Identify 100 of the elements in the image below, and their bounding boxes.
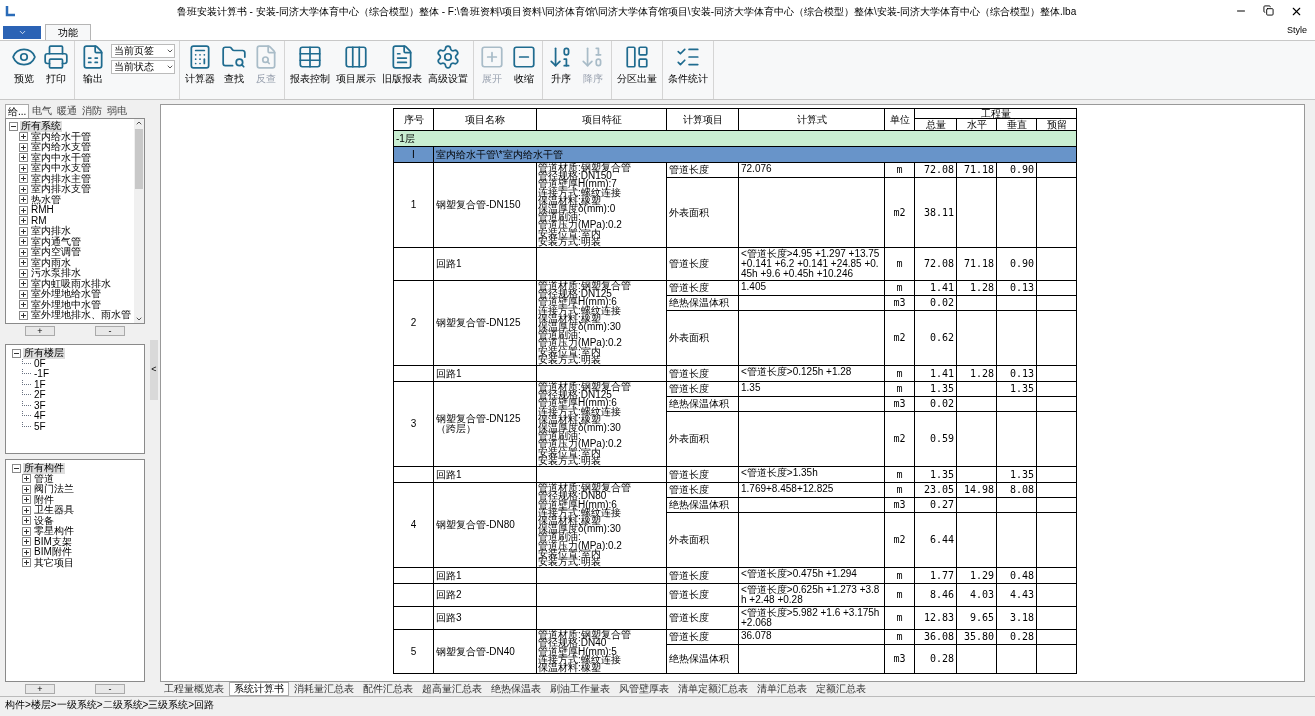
toolbar-button[interactable]: 高级设置 <box>427 44 469 84</box>
report-tab[interactable]: 清单定额汇总表 <box>674 683 752 695</box>
tree-item[interactable]: 所有构件 <box>23 463 65 474</box>
tree-item[interactable]: 室内通气管 <box>30 236 82 247</box>
toolbar-button[interactable]: 打印 <box>42 44 70 84</box>
restore-icon[interactable] <box>1263 4 1274 16</box>
toolbar-button[interactable]: 计算器 <box>184 44 216 84</box>
remove-button[interactable]: - <box>95 326 125 336</box>
remove-button[interactable]: - <box>95 684 125 694</box>
toolbar-button[interactable]: 收缩 <box>510 44 538 84</box>
tree-item[interactable]: 室内雨水 <box>30 257 72 268</box>
report-tab[interactable]: 配件汇总表 <box>359 683 417 695</box>
tree-item[interactable]: 室内中水支管 <box>30 163 92 174</box>
expand-icon[interactable] <box>19 258 28 268</box>
expand-icon[interactable] <box>19 237 28 247</box>
expand-icon[interactable] <box>19 142 28 152</box>
tree-item[interactable]: -1F <box>33 369 50 380</box>
sidebar-tab[interactable]: 暖通 <box>55 104 80 118</box>
tree-item[interactable]: 其它项目 <box>33 557 75 568</box>
tree-item[interactable]: 室外埋地给水管 <box>30 289 102 300</box>
expand-icon[interactable] <box>19 226 28 236</box>
tree-item[interactable]: RMH <box>30 205 55 216</box>
collapse-icon[interactable] <box>12 463 21 473</box>
dropdown-field[interactable]: 当前状态 <box>111 60 175 74</box>
scroll-down-icon[interactable] <box>135 315 143 323</box>
toolbar-button[interactable]: 报表控制 <box>289 44 331 84</box>
toolbar-button[interactable]: 预览 <box>10 44 38 84</box>
toolbar-button[interactable]: 项目展示 <box>335 44 377 84</box>
tree-item[interactable]: BIM附件 <box>33 547 73 558</box>
add-button[interactable]: + <box>25 326 55 336</box>
tree-item[interactable]: 管道 <box>33 473 55 484</box>
toolbar-button[interactable]: 旧版报表 <box>381 44 423 84</box>
report-tab[interactable]: 消耗量汇总表 <box>290 683 358 695</box>
ribbon-tab[interactable]: 功能 <box>45 24 91 40</box>
tree-item[interactable]: 室内排水主管 <box>30 173 92 184</box>
expand-icon[interactable] <box>19 310 28 320</box>
report-tab[interactable]: 风管壁厚表 <box>615 683 673 695</box>
dropdown-field[interactable]: 当前页签 <box>111 44 175 58</box>
style-menu[interactable]: Style <box>1287 23 1307 37</box>
report-tab[interactable]: 刷油工作量表 <box>546 683 614 695</box>
sidebar-tab[interactable]: 消防 <box>80 104 105 118</box>
collapse-icon[interactable] <box>9 121 18 131</box>
expand-icon[interactable] <box>19 268 28 278</box>
report-tab[interactable]: 绝热保温表 <box>487 683 545 695</box>
report-tab[interactable]: 清单汇总表 <box>753 683 811 695</box>
tree-item[interactable]: 室内给水支管 <box>30 142 92 153</box>
tree-item[interactable]: 室内排水支管 <box>30 184 92 195</box>
expand-icon[interactable] <box>19 289 28 299</box>
toolbar-button[interactable]: 条件统计 <box>667 44 709 84</box>
tree-item[interactable]: RM <box>30 215 48 226</box>
expand-icon[interactable] <box>19 163 28 173</box>
expand-icon[interactable] <box>19 195 28 205</box>
tree-item[interactable]: 5F <box>33 421 47 432</box>
toolbar-button[interactable]: 升序 <box>547 44 575 84</box>
tree-item[interactable]: 2F <box>33 390 47 401</box>
sidebar-tab[interactable]: 电气 <box>30 104 55 118</box>
expand-icon[interactable] <box>22 484 31 494</box>
splitter-toggle[interactable]: < <box>150 340 158 400</box>
expand-icon[interactable] <box>19 216 28 226</box>
scroll-up-icon[interactable] <box>135 119 143 127</box>
report-tab[interactable]: 定额汇总表 <box>812 683 870 695</box>
expand-icon[interactable] <box>19 279 28 289</box>
tree-item[interactable]: 室内虹吸雨水排水 <box>30 278 112 289</box>
expand-icon[interactable] <box>22 505 31 515</box>
expand-icon[interactable] <box>22 547 31 557</box>
sidebar-tab[interactable]: 弱电 <box>105 104 130 118</box>
tree-item[interactable]: 0F <box>33 358 47 369</box>
tree-item[interactable]: 1F <box>33 379 47 390</box>
tree-item[interactable]: 热水管 <box>30 194 62 205</box>
expand-icon[interactable] <box>22 495 31 505</box>
collapse-icon[interactable] <box>12 348 21 358</box>
expand-icon[interactable] <box>19 247 28 257</box>
toolbar-button[interactable]: 查找 <box>220 44 248 84</box>
tree-item[interactable]: 所有楼层 <box>23 348 65 359</box>
expand-icon[interactable] <box>19 300 28 310</box>
expand-icon[interactable] <box>22 516 31 526</box>
expand-icon[interactable] <box>19 153 28 163</box>
expand-icon[interactable] <box>22 537 31 547</box>
expand-icon[interactable] <box>22 526 31 536</box>
tree-item[interactable]: 室内给水干管 <box>30 131 92 142</box>
report-tab[interactable]: 超高量汇总表 <box>418 683 486 695</box>
tree-item[interactable]: 室外埋地中水管 <box>30 299 102 310</box>
expand-icon[interactable] <box>19 205 28 215</box>
expand-icon[interactable] <box>22 558 31 568</box>
toolbar-button[interactable]: 分区出量 <box>616 44 658 84</box>
report-tab[interactable]: 工程量概览表 <box>160 683 228 695</box>
add-button[interactable]: + <box>25 684 55 694</box>
tree-item[interactable]: 室外埋地排水、雨水管 <box>30 310 132 321</box>
expand-icon[interactable] <box>22 474 31 484</box>
tree-item[interactable]: BIM支架 <box>33 536 73 547</box>
tree-item[interactable]: 零星构件 <box>33 526 75 537</box>
expand-icon[interactable] <box>19 132 28 142</box>
tree-item[interactable]: 室内空调管 <box>30 247 82 258</box>
tree-item[interactable]: 室内中水干管 <box>30 152 92 163</box>
tree-item[interactable]: 附件 <box>33 494 55 505</box>
tree-item[interactable]: 卫生器具 <box>33 505 75 516</box>
scrollbar-thumb[interactable] <box>135 129 143 189</box>
scrollbar[interactable] <box>134 119 144 323</box>
tree-item[interactable]: 3F <box>33 400 47 411</box>
expand-icon[interactable] <box>19 174 28 184</box>
